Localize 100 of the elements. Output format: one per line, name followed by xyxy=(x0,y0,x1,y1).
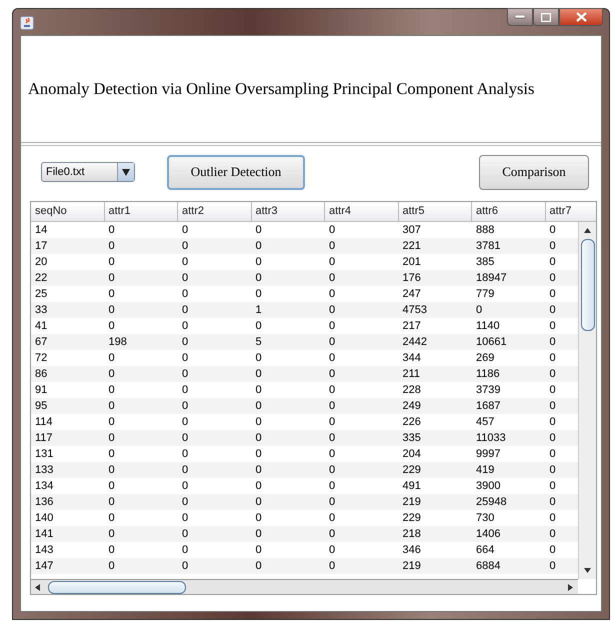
outlier-detection-button[interactable]: Outlier Detection xyxy=(167,154,305,190)
table-cell-text: 0 xyxy=(254,479,263,494)
file-dropdown[interactable]: File0.txt xyxy=(41,162,135,182)
table-cell-text: 0 xyxy=(328,511,336,526)
table-cell-text: 18947 xyxy=(475,271,508,286)
table-cell-text: 0 xyxy=(254,431,263,446)
table-cell-text: 143 xyxy=(34,543,54,558)
table-cell-text: 0 xyxy=(254,559,263,574)
table-cell-text: 2442 xyxy=(402,335,428,350)
table-cell-text: 0 xyxy=(108,271,116,286)
table-cell-text: 20 xyxy=(34,255,48,270)
table-cell-text: 117 xyxy=(34,431,54,446)
table-cell-text: 1687 xyxy=(475,399,502,414)
table-cell-text: 0 xyxy=(548,351,557,366)
table-cell-text: 3900 xyxy=(475,479,502,494)
column-header[interactable]: attr3 xyxy=(252,202,325,221)
vertical-scrollbar[interactable] xyxy=(578,222,596,579)
table-cell-text: 0 xyxy=(108,239,116,254)
table-cell-text: 0 xyxy=(108,559,116,574)
table-cell-text: 229 xyxy=(402,463,422,478)
table-cell-text: 3739 xyxy=(475,383,502,398)
table-cell-text: 0 xyxy=(108,463,116,478)
scroll-thumb[interactable] xyxy=(48,580,186,594)
table-cell-text: 0 xyxy=(328,335,336,350)
table-cell-text: 0 xyxy=(108,447,116,462)
table-cell-text: 0 xyxy=(328,415,336,430)
scroll-thumb[interactable] xyxy=(580,239,594,331)
table-cell-text: 457 xyxy=(475,415,496,430)
column-header[interactable]: attr2 xyxy=(178,202,252,221)
table-cell-text: 730 xyxy=(475,511,496,526)
scroll-left-icon xyxy=(35,584,40,590)
table-cell-text: 0 xyxy=(108,383,116,398)
table-cell-text: 0 xyxy=(548,431,557,446)
close-button[interactable] xyxy=(559,8,603,26)
table-cell-text: 0 xyxy=(181,431,190,446)
table-cell-text: 86 xyxy=(34,367,48,382)
table-cell-text: 0 xyxy=(328,239,336,254)
column-header[interactable]: seqNo xyxy=(31,202,104,221)
table-cell-text: 221 xyxy=(402,239,422,254)
table-cell-text: 0 xyxy=(328,255,336,270)
maximize-button[interactable] xyxy=(533,8,559,26)
table-cell-text: 0 xyxy=(181,223,190,238)
table-cell-text: 0 xyxy=(181,319,190,334)
minimize-button[interactable] xyxy=(507,8,533,26)
table-cell-text: 0 xyxy=(108,287,116,302)
table-cell-text: 0 xyxy=(108,543,116,558)
table-cell-text: 0 xyxy=(181,543,190,558)
table-cell-text: 9997 xyxy=(475,447,502,462)
table-cell-text: 0 xyxy=(254,255,263,270)
table-cell-text: 25 xyxy=(34,287,48,302)
table-cell-text: 0 xyxy=(108,431,116,446)
table-cell-text: 198 xyxy=(108,335,128,350)
horizontal-scrollbar[interactable] xyxy=(31,579,578,594)
table-cell-text: 0 xyxy=(181,511,190,526)
table-cell-text: 14 xyxy=(34,223,48,238)
table-cell-text: 0 xyxy=(108,367,116,382)
scroll-right-icon xyxy=(568,584,573,590)
table-cell-text: 0 xyxy=(254,351,263,366)
table-cell-text: 211 xyxy=(402,367,422,382)
table-cell-text: 664 xyxy=(475,543,496,558)
table-cell-text: 22 xyxy=(34,271,48,286)
table-cell-text: 0 xyxy=(548,335,557,350)
table-cell-text: 0 xyxy=(548,527,557,542)
table-cell-text: 344 xyxy=(402,351,422,366)
table-cell-text: 0 xyxy=(328,383,336,398)
column-header[interactable]: attr4 xyxy=(325,202,398,221)
table-cell-text: 114 xyxy=(34,415,54,430)
table-cell-text: 0 xyxy=(181,495,190,510)
table-cell-text: 141 xyxy=(34,527,54,542)
table-cell-text: 0 xyxy=(108,223,116,238)
table-cell-text: 10661 xyxy=(475,335,508,350)
table-cell-text: 0 xyxy=(548,255,557,270)
table-cell-text: 0 xyxy=(328,287,336,302)
table-cell-text: 4753 xyxy=(402,303,428,318)
table-cell-text: 0 xyxy=(181,239,190,254)
table-cell-text: 0 xyxy=(254,511,263,526)
table-cell-text: 307 xyxy=(402,223,422,238)
table-cell-text: 0 xyxy=(108,495,116,510)
table-cell-text: 140 xyxy=(34,511,54,526)
table-cell-text: 0 xyxy=(254,415,263,430)
table-cell-text: 0 xyxy=(328,527,336,542)
table-cell-text: 0 xyxy=(181,303,190,318)
column-header[interactable]: attr6 xyxy=(472,202,546,221)
table-cell-text: 0 xyxy=(254,367,263,382)
column-header[interactable]: attr7 xyxy=(546,202,596,221)
close-icon xyxy=(576,12,586,22)
table-cell-text: 0 xyxy=(548,239,557,254)
table-cell-text: 0 xyxy=(254,239,263,254)
table-cell-text: 0 xyxy=(254,319,263,334)
table-cell-text: 1140 xyxy=(475,319,501,334)
table-cell-text: 131 xyxy=(34,447,54,462)
table-cell-text: 0 xyxy=(328,319,336,334)
column-header[interactable]: attr1 xyxy=(104,202,178,221)
table-cell-text: 0 xyxy=(108,319,116,334)
table-cell-text: 0 xyxy=(181,351,190,366)
comparison-button[interactable]: Comparison xyxy=(479,154,589,190)
column-header[interactable]: attr5 xyxy=(398,202,472,221)
table-cell-text: 0 xyxy=(254,495,263,510)
table-cell-text: 346 xyxy=(402,543,422,558)
table-cell-text: 0 xyxy=(108,511,116,526)
